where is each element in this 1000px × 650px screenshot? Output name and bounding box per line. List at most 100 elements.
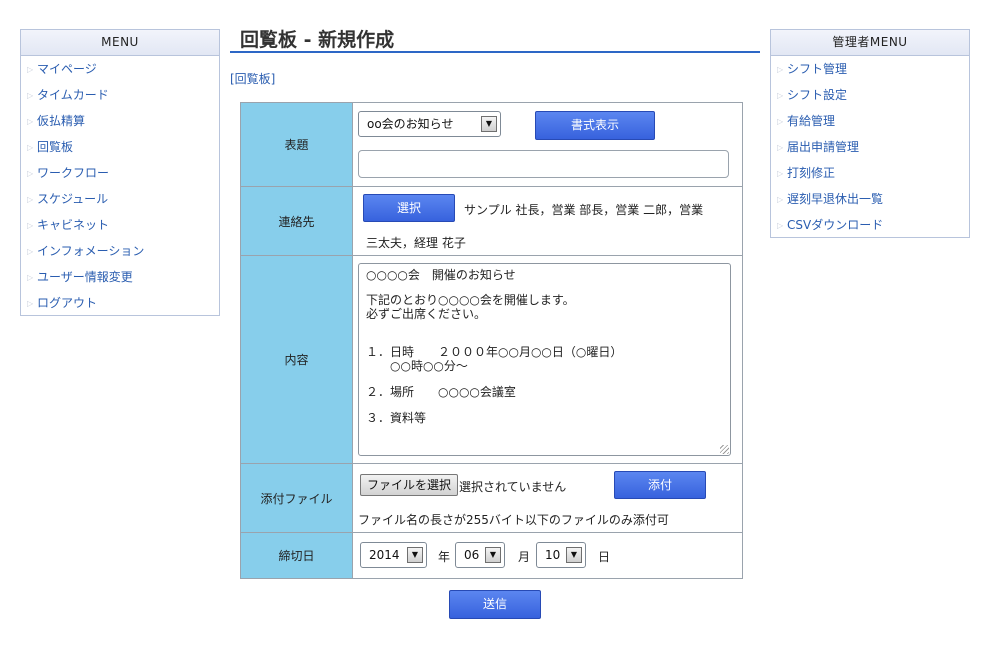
menu-item-cabinet[interactable]: ▷ キャビネット <box>21 212 219 238</box>
menu-link[interactable]: マイページ <box>37 62 97 76</box>
menu-item-circular[interactable]: ▷ 回覧板 <box>21 134 219 160</box>
content-line: 下記のとおり○○○○会を開催します。 <box>366 293 575 307</box>
menu-link[interactable]: 仮払精算 <box>37 114 85 128</box>
triangle-right-icon: ▷ <box>27 117 34 126</box>
triangle-right-icon: ▷ <box>27 195 34 204</box>
menu-link[interactable]: 遅刻早退休出一覧 <box>787 192 883 206</box>
menu-item-schedule[interactable]: ▷ スケジュール <box>21 186 219 212</box>
chevron-down-icon[interactable]: ▼ <box>481 116 497 132</box>
attach-button[interactable]: 添付 <box>614 471 706 499</box>
recipients-line-1: サンプル 社長，営業 部長，営業 二郎，営業 <box>464 203 704 217</box>
year-select[interactable]: 2014 ▼ <box>360 542 427 568</box>
content-line: ２．場所 ○○○○会議室 <box>366 385 516 399</box>
subject-cell: oo会のお知らせ ▼ 書式表示 <box>352 102 743 187</box>
content-line <box>366 399 723 411</box>
recipients-label: 連絡先 <box>240 186 353 256</box>
triangle-right-icon: ▷ <box>27 221 34 230</box>
template-select[interactable]: oo会のお知らせ ▼ <box>358 111 501 137</box>
menu-link[interactable]: インフォメーション <box>37 244 144 258</box>
menu-item-workflow[interactable]: ▷ ワークフロー <box>21 160 219 186</box>
chevron-down-icon[interactable]: ▼ <box>566 547 582 563</box>
day-value: 10 <box>545 548 561 562</box>
admin-item-csv[interactable]: ▷ CSVダウンロード <box>771 212 969 238</box>
resize-grip-icon[interactable] <box>720 445 729 454</box>
choose-file-button[interactable]: ファイルを選択 <box>360 474 459 496</box>
menu-item-timecard[interactable]: ▷ タイムカード <box>21 82 219 108</box>
menu-link[interactable]: CSVダウンロード <box>787 218 883 232</box>
left-menu-header: MENU <box>21 30 219 56</box>
menu-link[interactable]: 回覧板 <box>37 140 73 154</box>
menu-item-user-settings[interactable]: ▷ ユーザー情報変更 <box>21 264 219 290</box>
month-unit: 月 <box>518 550 531 564</box>
admin-item-shift-settings[interactable]: ▷ シフト設定 <box>771 82 969 108</box>
submit-button[interactable]: 送信 <box>449 590 541 619</box>
admin-item-applications[interactable]: ▷ 届出申請管理 <box>771 134 969 160</box>
menu-link[interactable]: ユーザー情報変更 <box>37 270 133 284</box>
menu-link[interactable]: 届出申請管理 <box>787 140 859 154</box>
year-unit: 年 <box>438 550 451 564</box>
menu-link[interactable]: シフト設定 <box>787 88 847 102</box>
menu-link[interactable]: ワークフロー <box>37 166 109 180</box>
content-line <box>366 333 723 345</box>
menu-link[interactable]: 有給管理 <box>787 114 835 128</box>
menu-item-expense[interactable]: ▷ 仮払精算 <box>21 108 219 134</box>
triangle-right-icon: ▷ <box>777 195 784 204</box>
title-input[interactable] <box>358 150 729 178</box>
admin-menu-header: 管理者MENU <box>771 30 969 56</box>
day-unit: 日 <box>598 550 611 564</box>
menu-item-information[interactable]: ▷ インフォメーション <box>21 238 219 264</box>
content-cell: ○○○○会 開催のお知らせ 下記のとおり○○○○会を開催します。 必ずご出席くだ… <box>352 255 743 464</box>
admin-item-stamp-fix[interactable]: ▷ 打刻修正 <box>771 160 969 186</box>
content-line <box>366 321 723 333</box>
left-menu: MENU ▷ マイページ ▷ タイムカード ▷ 仮払精算 ▷ 回覧板 ▷ ワークフロー ▷… <box>20 29 220 316</box>
content-line: 必ずご出席ください。 <box>366 307 487 321</box>
triangle-right-icon: ▷ <box>27 273 34 282</box>
menu-link[interactable]: 打刻修正 <box>787 166 835 180</box>
triangle-right-icon: ▷ <box>777 117 784 126</box>
select-recipients-button[interactable]: 選択 <box>363 194 455 222</box>
content-line <box>366 373 723 385</box>
triangle-right-icon: ▷ <box>777 143 784 152</box>
chevron-down-icon[interactable]: ▼ <box>407 547 423 563</box>
triangle-right-icon: ▷ <box>27 143 34 152</box>
attachment-note: ファイル名の長さが255バイト以下のファイルのみ添付可 <box>358 513 669 527</box>
menu-link[interactable]: ログアウト <box>37 296 97 310</box>
page-title-bar: 回覧板 - 新規作成 <box>230 20 760 53</box>
content-line: ○○時○○分～ <box>366 359 468 373</box>
content-textarea[interactable]: ○○○○会 開催のお知らせ 下記のとおり○○○○会を開催します。 必ずご出席くだ… <box>358 263 731 456</box>
menu-link[interactable]: シフト管理 <box>787 62 847 76</box>
template-select-value: oo会のお知らせ <box>367 117 454 131</box>
menu-item-mypage[interactable]: ▷ マイページ <box>21 56 219 82</box>
recipients-cell: 選択 サンプル 社長，営業 部長，営業 二郎，営業 三太夫，経理 花子 <box>352 186 743 256</box>
triangle-right-icon: ▷ <box>777 65 784 74</box>
recipients-line-2: 三太夫，経理 花子 <box>366 236 466 250</box>
day-select[interactable]: 10 ▼ <box>536 542 586 568</box>
menu-item-logout[interactable]: ▷ ログアウト <box>21 290 219 316</box>
month-value: 06 <box>464 548 480 562</box>
triangle-right-icon: ▷ <box>27 65 34 74</box>
content-line: ○○○○会 開催のお知らせ <box>366 268 516 282</box>
attachment-cell: ファイルを選択 選択されていません 添付 ファイル名の長さが255バイト以下のフ… <box>352 463 743 533</box>
triangle-right-icon: ▷ <box>777 221 784 230</box>
triangle-right-icon: ▷ <box>27 91 34 100</box>
circular-form: 表題 oo会のお知らせ ▼ 書式表示 連絡先 選択 サンプル 社長，営業 部長，… <box>240 102 743 579</box>
breadcrumb[interactable]: [回覧板] <box>230 70 275 87</box>
menu-link[interactable]: タイムカード <box>37 88 109 102</box>
admin-item-paid-leave[interactable]: ▷ 有給管理 <box>771 108 969 134</box>
content-line: ３．資料等 <box>366 411 427 425</box>
content-label: 内容 <box>240 255 353 464</box>
year-value: 2014 <box>369 548 400 562</box>
deadline-label: 締切日 <box>240 532 353 579</box>
deadline-cell: 2014 ▼ 年 06 ▼ 月 10 ▼ 日 <box>352 532 743 579</box>
content-line <box>366 282 723 293</box>
triangle-right-icon: ▷ <box>27 169 34 178</box>
menu-link[interactable]: キャビネット <box>37 218 109 232</box>
content-line: １．日時 ２０００年○○月○○日（○曜日） <box>366 345 623 359</box>
admin-item-late-list[interactable]: ▷ 遅刻早退休出一覧 <box>771 186 969 212</box>
format-display-button[interactable]: 書式表示 <box>535 111 655 140</box>
admin-item-shift[interactable]: ▷ シフト管理 <box>771 56 969 82</box>
menu-link[interactable]: スケジュール <box>37 192 108 206</box>
chevron-down-icon[interactable]: ▼ <box>485 547 501 563</box>
triangle-right-icon: ▷ <box>777 91 784 100</box>
month-select[interactable]: 06 ▼ <box>455 542 505 568</box>
